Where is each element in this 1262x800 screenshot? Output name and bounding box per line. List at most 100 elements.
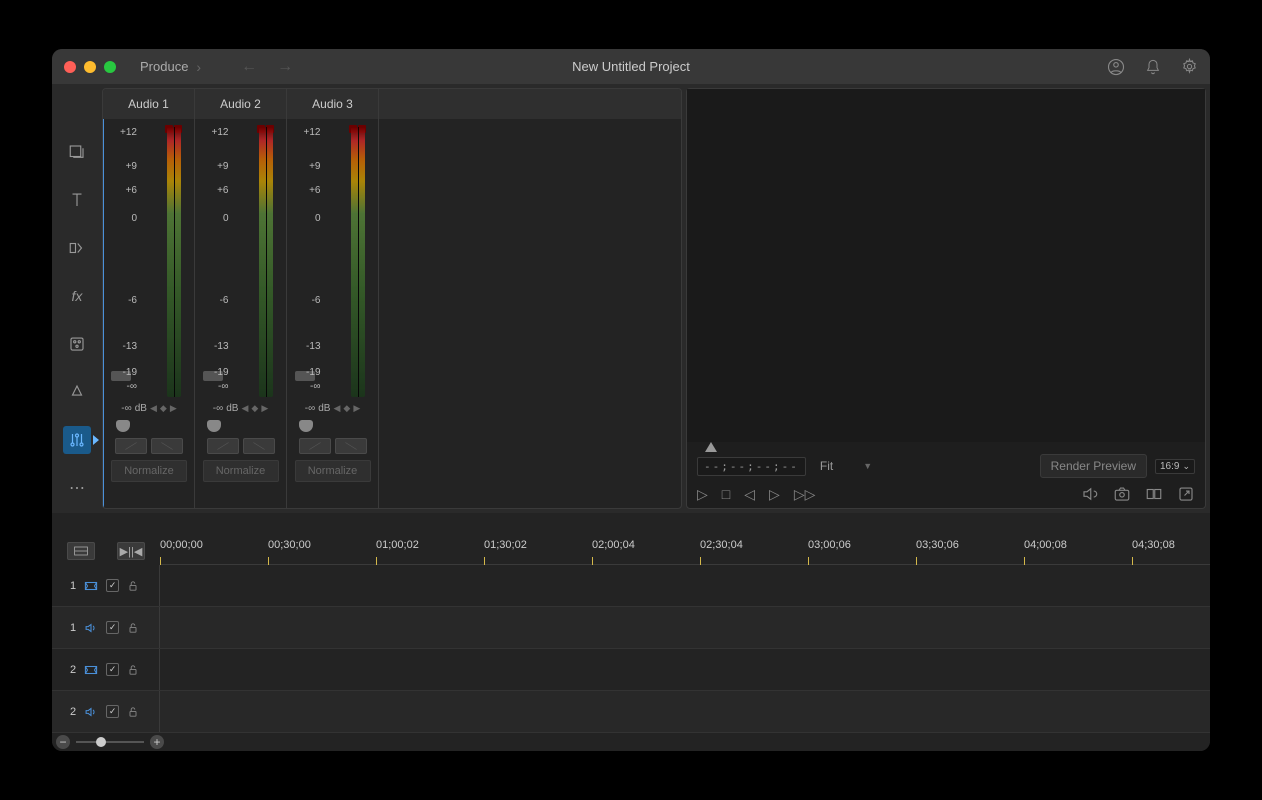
channel-3-meter-area: +12 +9 +6 0 -6 -13 -19 -∞: [291, 127, 375, 397]
lock-icon[interactable]: [127, 706, 139, 718]
app-window: Produce › ← → New Untitled Project fx: [52, 49, 1210, 751]
track-view-button[interactable]: [67, 542, 95, 560]
solo-button[interactable]: [151, 438, 183, 454]
inc-btn[interactable]: ▶: [261, 403, 268, 414]
playhead-marker[interactable]: [705, 442, 717, 452]
level-meter: [259, 127, 273, 397]
mute-button[interactable]: [115, 438, 147, 454]
pan-knob[interactable]: [116, 420, 130, 432]
track-enable-checkbox[interactable]: ✓: [106, 579, 119, 592]
reset-btn[interactable]: ◆: [160, 403, 167, 414]
track-row: 1✓: [52, 565, 1210, 607]
dec-btn[interactable]: ◀: [241, 403, 248, 414]
scale-label: 0: [301, 213, 321, 224]
prev-frame-button[interactable]: ◁: [744, 486, 755, 503]
mute-button[interactable]: [299, 438, 331, 454]
scale-label: -13: [209, 341, 229, 352]
inc-btn[interactable]: ▶: [353, 403, 360, 414]
reset-btn[interactable]: ◆: [251, 403, 258, 414]
popout-icon[interactable]: [1177, 485, 1195, 503]
time-tick: 01;30;02: [484, 539, 527, 551]
track-number: 2: [70, 706, 76, 718]
scale-label: -6: [301, 295, 321, 306]
zoom-dot[interactable]: [104, 61, 116, 73]
zoom-out-button[interactable]: −: [56, 735, 70, 749]
time-ruler[interactable]: 00;00;0000;30;0001;00;0201;30;0202;00;04…: [160, 537, 1210, 565]
fx-tool[interactable]: fx: [63, 282, 91, 310]
video-track-icon[interactable]: [84, 580, 98, 592]
zoom-slider[interactable]: [76, 741, 144, 743]
solo-button[interactable]: [335, 438, 367, 454]
pan-knob[interactable]: [207, 420, 221, 432]
particle-tool[interactable]: [63, 378, 91, 406]
audio-track-icon[interactable]: [84, 706, 98, 718]
zoom-fit-select[interactable]: Fit ▼: [814, 457, 878, 475]
media-tool[interactable]: [63, 138, 91, 166]
minimize-dot[interactable]: [84, 61, 96, 73]
text-tool[interactable]: [63, 186, 91, 214]
time-tick: 03;00;06: [808, 539, 851, 551]
project-title: New Untitled Project: [572, 59, 690, 74]
inc-btn[interactable]: ▶: [170, 403, 177, 414]
compare-icon[interactable]: [1145, 485, 1163, 503]
snapshot-icon[interactable]: [1113, 485, 1131, 503]
gear-icon[interactable]: [1181, 58, 1198, 75]
transition-tool[interactable]: [63, 234, 91, 262]
account-icon[interactable]: [1107, 58, 1125, 76]
forward-button[interactable]: →: [277, 58, 293, 76]
time-tick: 02;00;04: [592, 539, 635, 551]
track-header: 1✓: [52, 565, 160, 606]
render-preview-button[interactable]: Render Preview: [1040, 454, 1147, 478]
channel-head-1[interactable]: Audio 1: [103, 89, 195, 119]
zoom-thumb[interactable]: [96, 737, 106, 747]
audio-track-icon[interactable]: [84, 622, 98, 634]
reset-btn[interactable]: ◆: [343, 403, 350, 414]
channel-3: +12 +9 +6 0 -6 -13 -19 -∞ -∞ dB ◀ ◆: [287, 119, 379, 508]
track-body[interactable]: [160, 565, 1210, 606]
next-frame-button[interactable]: ▷: [769, 486, 780, 503]
volume-icon[interactable]: [1081, 485, 1099, 503]
back-button[interactable]: ←: [241, 58, 257, 76]
track-row: 2✓: [52, 649, 1210, 691]
solo-button[interactable]: [243, 438, 275, 454]
channel-head-3[interactable]: Audio 3: [287, 89, 379, 119]
play-button[interactable]: ▷: [697, 486, 708, 503]
track-enable-checkbox[interactable]: ✓: [106, 663, 119, 676]
mixer-header: Audio 1 Audio 2 Audio 3: [103, 89, 681, 119]
normalize-button[interactable]: Normalize: [295, 460, 371, 482]
lock-icon[interactable]: [127, 580, 139, 592]
left-toolbar: fx ⋯: [56, 88, 98, 509]
track-body[interactable]: [160, 691, 1210, 732]
pan-knob[interactable]: [299, 420, 313, 432]
normalize-button[interactable]: Normalize: [111, 460, 187, 482]
channel-head-2[interactable]: Audio 2: [195, 89, 287, 119]
track-enable-checkbox[interactable]: ✓: [106, 705, 119, 718]
track-header: 1✓: [52, 607, 160, 648]
snap-button[interactable]: ▶||◀: [117, 542, 145, 560]
mute-button[interactable]: [207, 438, 239, 454]
track-body[interactable]: [160, 607, 1210, 648]
fast-forward-button[interactable]: ▷▷: [794, 486, 816, 503]
timecode-display[interactable]: --;--;--;--: [697, 457, 806, 476]
scale-label: +12: [209, 127, 229, 138]
db-label: dB: [135, 403, 147, 414]
color-tool[interactable]: [63, 330, 91, 358]
close-dot[interactable]: [64, 61, 76, 73]
dec-btn[interactable]: ◀: [150, 403, 157, 414]
playhead-bar[interactable]: [699, 442, 1193, 452]
bell-icon[interactable]: [1145, 59, 1161, 75]
scale-label: -19: [117, 367, 137, 378]
dec-btn[interactable]: ◀: [333, 403, 340, 414]
video-track-icon[interactable]: [84, 664, 98, 676]
lock-icon[interactable]: [127, 664, 139, 676]
more-tool[interactable]: ⋯: [63, 474, 91, 502]
track-body[interactable]: [160, 649, 1210, 690]
mixer-tool[interactable]: [63, 426, 91, 454]
aspect-ratio-button[interactable]: 16:9 ⌄: [1155, 459, 1195, 474]
stop-button[interactable]: □: [722, 486, 730, 502]
track-number: 2: [70, 664, 76, 676]
normalize-button[interactable]: Normalize: [203, 460, 279, 482]
zoom-in-button[interactable]: +: [150, 735, 164, 749]
track-enable-checkbox[interactable]: ✓: [106, 621, 119, 634]
lock-icon[interactable]: [127, 622, 139, 634]
